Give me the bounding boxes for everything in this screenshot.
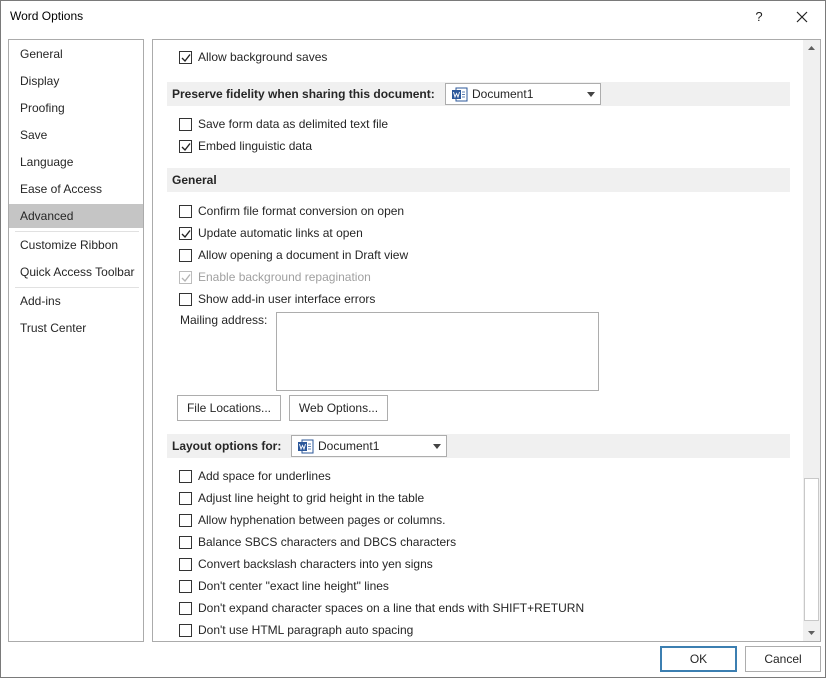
section-title: Layout options for:	[172, 439, 282, 453]
checkbox[interactable]	[179, 140, 192, 153]
nav-divider	[15, 287, 139, 288]
layout-document-dropdown[interactable]: Document1	[291, 435, 447, 457]
checkbox[interactable]	[179, 227, 192, 240]
checkbox[interactable]	[179, 249, 192, 262]
title-bar: Word Options ?	[1, 1, 825, 33]
option-label: Adjust line height to grid height in the…	[198, 491, 425, 505]
checkbox[interactable]	[179, 536, 192, 549]
scroll-down-button[interactable]	[803, 624, 820, 641]
nav-item-advanced[interactable]: Advanced	[9, 204, 143, 228]
checkbox[interactable]	[179, 514, 192, 527]
word-options-dialog: Word Options ? General Display Proofing …	[0, 0, 826, 678]
close-button[interactable]	[782, 1, 822, 33]
section-header-layout-options: Layout options for: Document1	[167, 434, 790, 458]
checkmark-icon	[181, 54, 191, 63]
checkbox[interactable]	[179, 470, 192, 483]
checkbox	[179, 271, 192, 284]
checkbox[interactable]	[179, 293, 192, 306]
checkbox[interactable]	[179, 624, 192, 637]
checkbox[interactable]	[179, 118, 192, 131]
nav-item-display[interactable]: Display	[9, 69, 143, 93]
checkbox[interactable]	[179, 51, 192, 64]
word-document-icon	[298, 439, 314, 454]
checkbox[interactable]	[179, 602, 192, 615]
vertical-scrollbar[interactable]	[803, 40, 820, 641]
file-locations-button[interactable]: File Locations...	[177, 395, 281, 421]
advanced-options-panel: Allow background saves Preserve fidelity…	[152, 39, 821, 642]
ok-button[interactable]: OK	[660, 646, 737, 672]
category-nav: General Display Proofing Save Language E…	[8, 39, 144, 642]
section-header-preserve-fidelity: Preserve fidelity when sharing this docu…	[167, 82, 790, 106]
nav-item-trust-center[interactable]: Trust Center	[9, 316, 143, 340]
cancel-button[interactable]: Cancel	[745, 646, 821, 672]
nav-item-general[interactable]: General	[9, 42, 143, 66]
option-label: Enable background repagination	[198, 270, 371, 284]
section-header-general: General	[167, 168, 790, 192]
chevron-down-icon	[808, 631, 815, 635]
nav-divider	[15, 231, 139, 232]
option-label: Don't center "exact line height" lines	[198, 579, 389, 593]
nav-item-customize-ribbon[interactable]: Customize Ribbon	[9, 233, 143, 257]
window-title: Word Options	[10, 9, 84, 23]
nav-item-ease-of-access[interactable]: Ease of Access	[9, 177, 143, 201]
checkmark-icon	[181, 143, 191, 152]
web-options-button[interactable]: Web Options...	[289, 395, 388, 421]
option-label: Allow background saves	[198, 50, 328, 64]
option-label: Allow hyphenation between pages or colum…	[198, 513, 446, 527]
help-button[interactable]: ?	[739, 1, 779, 33]
nav-item-quick-access-toolbar[interactable]: Quick Access Toolbar	[9, 260, 143, 284]
option-label: Embed linguistic data	[198, 139, 313, 153]
option-label: Don't expand character spaces on a line …	[198, 601, 585, 615]
option-label: Convert backslash characters into yen si…	[198, 557, 433, 571]
option-label: Save form data as delimited text file	[198, 117, 389, 131]
option-label: Confirm file format conversion on open	[198, 204, 405, 218]
option-label: Update automatic links at open	[198, 226, 363, 240]
section-title: Preserve fidelity when sharing this docu…	[172, 87, 435, 101]
checkbox[interactable]	[179, 558, 192, 571]
checkbox[interactable]	[179, 205, 192, 218]
close-icon	[796, 11, 808, 23]
section-title: General	[172, 173, 217, 187]
nav-item-proofing[interactable]: Proofing	[9, 96, 143, 120]
nav-item-save[interactable]: Save	[9, 123, 143, 147]
nav-item-language[interactable]: Language	[9, 150, 143, 174]
checkmark-icon	[181, 230, 191, 239]
option-label: Balance SBCS characters and DBCS charact…	[198, 535, 457, 549]
option-label: Show add-in user interface errors	[198, 292, 376, 306]
chevron-up-icon	[808, 46, 815, 50]
chevron-down-icon	[587, 92, 595, 97]
dropdown-value: Document1	[318, 439, 380, 453]
chevron-down-icon	[433, 444, 441, 449]
option-label: Add space for underlines	[198, 469, 331, 483]
checkmark-icon	[181, 274, 191, 283]
option-label: Don't use HTML paragraph auto spacing	[198, 623, 414, 637]
dropdown-value: Document1	[472, 87, 534, 101]
checkbox[interactable]	[179, 580, 192, 593]
scrollbar-thumb[interactable]	[804, 478, 819, 621]
option-label: Allow opening a document in Draft view	[198, 248, 409, 262]
checkbox[interactable]	[179, 492, 192, 505]
preserve-document-dropdown[interactable]: Document1	[445, 83, 601, 105]
word-document-icon	[452, 87, 468, 102]
mailing-address-label: Mailing address:	[180, 313, 268, 327]
nav-item-add-ins[interactable]: Add-ins	[9, 289, 143, 313]
mailing-address-textarea[interactable]	[276, 312, 599, 391]
scroll-up-button[interactable]	[803, 40, 820, 57]
